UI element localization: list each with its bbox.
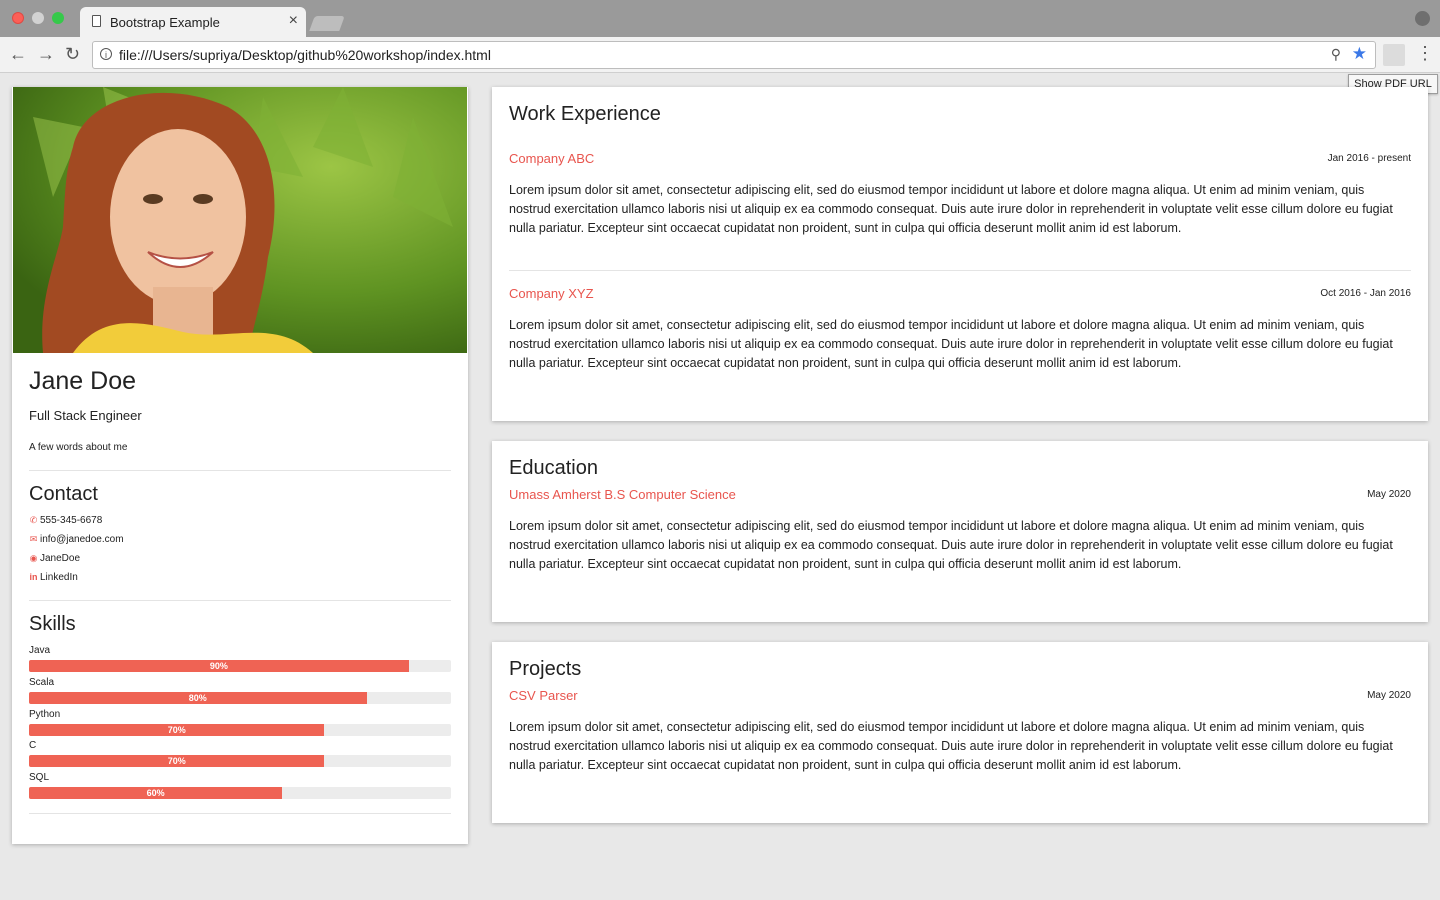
reload-icon[interactable]: ↻ bbox=[65, 44, 80, 64]
github-icon: ◉ bbox=[29, 553, 38, 563]
skill-label: Python bbox=[29, 709, 61, 720]
document-icon bbox=[92, 15, 101, 27]
back-arrow-icon[interactable]: ← bbox=[9, 44, 27, 64]
divider bbox=[29, 470, 451, 471]
divider bbox=[29, 813, 451, 814]
new-tab-button[interactable] bbox=[309, 16, 345, 31]
work-description: Lorem ipsum dolor sit amet, consectetur … bbox=[509, 183, 1393, 235]
skill-fill: 80% bbox=[29, 692, 367, 704]
contact-linkedin-text[interactable]: LinkedIn bbox=[40, 572, 78, 583]
divider bbox=[29, 600, 451, 601]
education-title: Umass Amherst B.S Computer Science bbox=[509, 487, 736, 502]
profile-about: A few words about me bbox=[29, 442, 128, 453]
work-experience-card: Work Experience Company ABC Jan 2016 - p… bbox=[492, 87, 1428, 421]
contact-heading: Contact bbox=[29, 483, 98, 505]
contact-email-text[interactable]: info@janedoe.com bbox=[40, 534, 124, 545]
zoom-icon[interactable]: ⚲ bbox=[1331, 46, 1341, 63]
project-date: May 2020 bbox=[1367, 690, 1411, 701]
work-company: Company XYZ bbox=[509, 286, 594, 301]
projects-heading: Projects bbox=[509, 658, 582, 680]
contact-github-text[interactable]: JaneDoe bbox=[40, 553, 80, 564]
project-description: Lorem ipsum dolor sit amet, consectetur … bbox=[509, 720, 1393, 772]
close-window-button[interactable] bbox=[12, 12, 24, 24]
education-heading: Education bbox=[509, 457, 598, 479]
contact-phone: ✆ 555-345-6678 bbox=[29, 515, 103, 527]
contact-phone-text: 555-345-6678 bbox=[40, 515, 103, 526]
projects-card: Projects CSV Parser May 2020 Lorem ipsum… bbox=[492, 642, 1428, 823]
kebab-menu-icon[interactable]: ⋮ bbox=[1416, 43, 1434, 63]
project-title: CSV Parser bbox=[509, 688, 578, 703]
forward-arrow-icon[interactable]: → bbox=[37, 44, 55, 64]
bookmark-star-icon[interactable]: ★ bbox=[1352, 44, 1367, 64]
work-dates: Jan 2016 - present bbox=[1327, 153, 1411, 164]
skill-fill: 70% bbox=[29, 755, 325, 767]
browser-titlebar: Bootstrap Example × bbox=[0, 0, 1440, 37]
contact-email[interactable]: ✉ info@janedoe.com bbox=[29, 534, 124, 546]
skill-fill: 70% bbox=[29, 724, 325, 736]
profile-card: Jane Doe Full Stack Engineer A few words… bbox=[12, 87, 468, 844]
skill-bar: 80% bbox=[29, 692, 451, 704]
skill-label: SQL bbox=[29, 772, 50, 783]
education-card: Education Umass Amherst B.S Computer Sci… bbox=[492, 441, 1428, 622]
work-company: Company ABC bbox=[509, 151, 595, 166]
skill-fill: 90% bbox=[29, 660, 409, 672]
contact-linkedin[interactable]: in LinkedIn bbox=[29, 572, 78, 584]
contact-github[interactable]: ◉ JaneDoe bbox=[29, 553, 80, 565]
divider bbox=[509, 270, 1411, 271]
profile-icon[interactable] bbox=[1415, 11, 1430, 26]
work-dates: Oct 2016 - Jan 2016 bbox=[1320, 288, 1411, 299]
linkedin-icon: in bbox=[29, 572, 38, 582]
skills-heading: Skills bbox=[29, 613, 76, 635]
envelope-icon: ✉ bbox=[29, 534, 38, 544]
address-bar[interactable]: i file:///Users/supriya/Desktop/github%2… bbox=[92, 41, 1376, 69]
url-text[interactable]: file:///Users/supriya/Desktop/github%20w… bbox=[119, 47, 491, 63]
info-icon[interactable]: i bbox=[100, 48, 112, 60]
education-date: May 2020 bbox=[1367, 489, 1411, 500]
extension-icon[interactable] bbox=[1383, 44, 1405, 66]
skill-bar: 90% bbox=[29, 660, 451, 672]
education-description: Lorem ipsum dolor sit amet, consectetur … bbox=[509, 519, 1393, 571]
maximize-window-button[interactable] bbox=[52, 12, 64, 24]
skill-bar: 70% bbox=[29, 755, 451, 767]
profile-name: Jane Doe bbox=[29, 367, 137, 395]
work-description: Lorem ipsum dolor sit amet, consectetur … bbox=[509, 318, 1393, 370]
skill-label: Java bbox=[29, 645, 51, 656]
browser-tab[interactable]: Bootstrap Example × bbox=[80, 7, 306, 37]
minimize-window-button[interactable] bbox=[32, 12, 44, 24]
skill-label: Scala bbox=[29, 677, 55, 688]
tab-close-icon[interactable]: × bbox=[289, 12, 298, 30]
skill-bar: 60% bbox=[29, 787, 451, 799]
phone-icon: ✆ bbox=[29, 515, 38, 525]
profile-photo bbox=[13, 87, 467, 353]
work-experience-heading: Work Experience bbox=[509, 103, 661, 125]
tab-title: Bootstrap Example bbox=[110, 15, 220, 30]
profile-title: Full Stack Engineer bbox=[29, 408, 142, 423]
skill-bar: 70% bbox=[29, 724, 451, 736]
skill-fill: 60% bbox=[29, 787, 283, 799]
browser-toolbar: ← → ↻ i file:///Users/supriya/Desktop/gi… bbox=[0, 37, 1440, 73]
skill-label: C bbox=[29, 740, 37, 751]
